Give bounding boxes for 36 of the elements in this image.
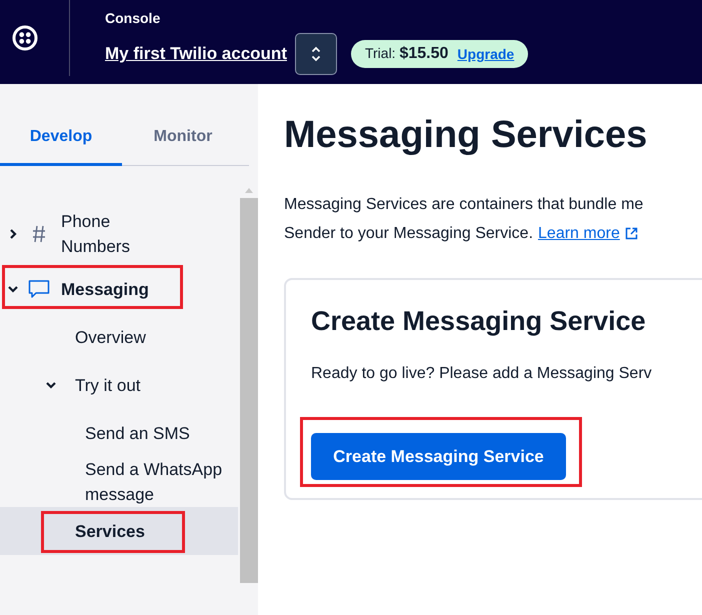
hash-icon [32, 225, 46, 243]
chevron-right-icon[interactable] [8, 229, 18, 239]
nav-label[interactable]: Services [75, 518, 225, 544]
nav-label[interactable]: Phone Numbers [61, 209, 161, 259]
learn-more-link[interactable]: Learn more [538, 219, 620, 248]
card-title: Create Messaging Service [311, 306, 647, 337]
logo-icon[interactable] [12, 25, 38, 51]
external-link-icon[interactable] [624, 227, 638, 240]
nav-item[interactable]: Send a WhatsApp message [0, 457, 238, 507]
tab[interactable]: Develop [0, 110, 122, 166]
up-down-icon [310, 46, 321, 62]
console-label: Console [105, 10, 162, 26]
nav-item[interactable]: Send an SMS [0, 409, 238, 457]
intro-text: Sender to your Messaging Service. [284, 224, 534, 244]
page-title: Messaging Services [284, 114, 648, 157]
account-name-link[interactable]: My first Twilio account [105, 44, 287, 64]
account-switcher-button[interactable] [294, 33, 337, 75]
nav-item-selected[interactable]: Services [0, 507, 238, 555]
chevron-down-icon[interactable] [8, 284, 18, 294]
intro-text: Messaging Services are containers that bundle me [284, 195, 644, 215]
nav-label[interactable]: Try it out [75, 372, 225, 398]
nav-label[interactable]: Send an SMS [85, 420, 235, 446]
tab[interactable]: Monitor [122, 110, 244, 166]
upgrade-link[interactable]: Upgrade [457, 46, 514, 62]
nav-item[interactable]: Try it out [0, 361, 238, 409]
chat-bubble-icon [28, 279, 50, 299]
nav-label[interactable]: Messaging [61, 276, 161, 302]
nav-item[interactable]: Messaging [0, 265, 238, 313]
chevron-down-icon[interactable] [46, 380, 56, 390]
nav-item[interactable]: Phone Numbers [0, 203, 238, 265]
card-text: Ready to go live? Please add a Messaging Serv [311, 365, 653, 383]
trial-balance: Trial: $15.50 [364, 45, 448, 63]
nav-label[interactable]: Overview [75, 324, 225, 350]
nav-item[interactable]: Overview [0, 313, 238, 361]
create-service-button[interactable]: Create Messaging Service [311, 433, 566, 480]
nav-label[interactable]: Send a WhatsApp message [85, 457, 235, 507]
